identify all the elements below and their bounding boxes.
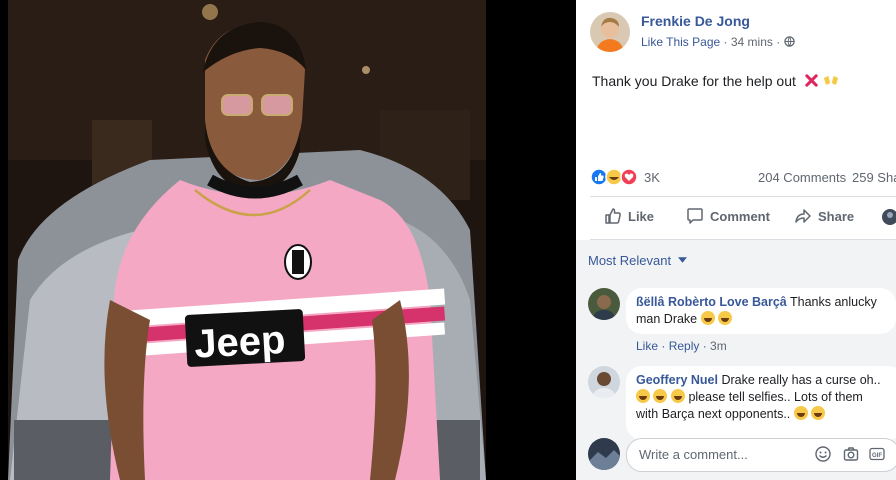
reactions-row: 3K 204 Comments 259 Shares — [590, 168, 896, 188]
laughing-emoji-icon — [653, 389, 668, 403]
comment-reply-link[interactable]: Reply — [669, 339, 700, 353]
cross-mark-icon — [805, 74, 818, 87]
comment-time[interactable]: 3m — [710, 339, 727, 353]
reaction-icons[interactable] — [590, 168, 642, 186]
caret-down-icon — [677, 257, 687, 263]
post-time[interactable]: 34 mins — [731, 35, 773, 49]
svg-text:GIF: GIF — [872, 453, 882, 459]
reaction-count[interactable]: 3K — [644, 170, 660, 185]
post-text: Thank you Drake for the help out — [592, 73, 839, 89]
laughing-emoji-icon — [718, 311, 733, 325]
laughing-emoji-icon — [700, 311, 715, 325]
commenter-avatar-image — [588, 366, 620, 398]
commenter-avatar-image — [588, 288, 620, 320]
commenter-avatar[interactable] — [588, 288, 620, 320]
meta-separator: · — [723, 35, 728, 49]
comment-sort-dropdown[interactable]: Most Relevant — [588, 253, 687, 268]
comments-section: Most Relevant ßëllâ Robèrto Love Barçâ T… — [576, 240, 896, 480]
divider — [590, 196, 896, 197]
like-button[interactable]: Like — [604, 207, 654, 225]
laughing-emoji-icon — [793, 406, 808, 420]
post-photo-image: Jeep — [0, 0, 576, 480]
comment-actions: Like · Reply · 3m — [636, 339, 727, 353]
viewer-avatar-image — [588, 438, 620, 470]
comment-sort-label: Most Relevant — [588, 253, 672, 268]
commenter-name[interactable]: ßëllâ Robèrto Love Barçâ — [636, 295, 787, 309]
viewer-avatar-small[interactable] — [882, 209, 896, 230]
comment-bubble: ßëllâ Robèrto Love Barçâ Thanks anlucky … — [626, 288, 896, 334]
comment-count[interactable]: 204 Comments — [758, 170, 846, 185]
laughing-emoji-icon — [811, 406, 826, 420]
open-hands-icon — [823, 76, 838, 85]
gif-icon[interactable]: GIF — [869, 446, 885, 462]
author-avatar-image — [590, 12, 630, 52]
share-arrow-icon — [795, 209, 811, 223]
viewer-avatar[interactable] — [588, 438, 620, 470]
like-label: Like — [628, 208, 655, 224]
laughing-emoji-icon — [670, 389, 685, 403]
camera-icon[interactable] — [843, 446, 859, 462]
author-avatar[interactable] — [590, 12, 630, 52]
comment-icon — [687, 208, 703, 224]
share-count[interactable]: 259 Shares — [852, 170, 896, 185]
share-label: Share — [818, 208, 855, 224]
jersey-sponsor: Jeep — [193, 318, 286, 367]
commenter-name[interactable]: Geoffery Nuel — [636, 373, 718, 387]
comment-label: Comment — [710, 208, 770, 224]
comment-text-line-2: please tell selfies.. Lots of them — [688, 390, 863, 404]
like-page-link[interactable]: Like This Page — [641, 35, 720, 49]
post-side-panel: Frenkie De Jong Like This Page · 34 mins… — [576, 0, 896, 480]
globe-icon — [783, 36, 795, 47]
emoji-smile-icon[interactable] — [815, 446, 831, 462]
post-meta: Like This Page · 34 mins · — [641, 35, 795, 49]
viewer-avatar-icon — [882, 209, 896, 225]
post-actions: Like Comment Share — [590, 203, 896, 233]
comment-input[interactable]: Write a comment... GIF — [626, 438, 896, 472]
comment-like-link[interactable]: Like — [636, 339, 658, 353]
thumbs-up-icon — [605, 208, 621, 224]
comment-bubble: Geoffery Nuel Drake really has a curse o… — [626, 366, 896, 440]
comment-input-placeholder: Write a comment... — [639, 447, 748, 462]
post-photo[interactable]: Jeep — [0, 0, 576, 480]
share-button[interactable]: Share — [794, 207, 854, 225]
commenter-avatar[interactable] — [588, 366, 620, 398]
post-separator-2: · — [776, 35, 781, 49]
comment-button[interactable]: Comment — [686, 207, 770, 225]
laughing-emoji-icon — [636, 389, 650, 403]
post-author-name[interactable]: Frenkie De Jong — [641, 13, 750, 29]
post-message: Thank you Drake for the help out — [592, 73, 796, 89]
comment-text-line-1: Drake really has a curse oh.. — [721, 373, 881, 387]
comment-text-line-3: with Barça next opponents.. — [636, 407, 791, 421]
